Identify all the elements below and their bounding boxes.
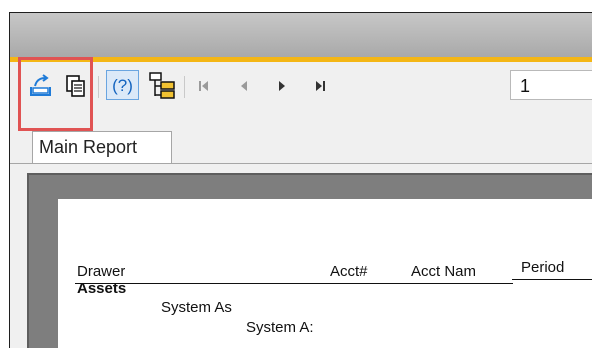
help-button[interactable]: (?) bbox=[106, 70, 139, 100]
toolbar-separator bbox=[184, 76, 185, 98]
column-drawer: Drawer bbox=[77, 263, 126, 280]
column-acct-name: Acct Nam bbox=[411, 263, 475, 280]
next-page-icon bbox=[279, 81, 285, 91]
previous-page-button[interactable] bbox=[236, 77, 252, 95]
toolbar-separator bbox=[98, 76, 99, 98]
first-page-icon bbox=[199, 81, 208, 91]
group-tree-icon bbox=[149, 72, 175, 99]
report-viewer-window: (?) 1 Main Report Drawer Acct# Acct Nam … bbox=[9, 12, 592, 348]
last-page-icon bbox=[316, 81, 325, 91]
header-rule bbox=[75, 283, 513, 284]
row-assets: Assets bbox=[77, 280, 127, 297]
title-bar bbox=[10, 13, 592, 57]
previous-page-icon bbox=[241, 81, 247, 91]
group-tree-button[interactable] bbox=[146, 70, 176, 100]
first-page-button[interactable] bbox=[196, 77, 212, 95]
help-icon: (?) bbox=[112, 76, 133, 95]
report-preview-area[interactable]: Drawer Acct# Acct Nam Period Assets Syst… bbox=[27, 173, 592, 348]
header-rule bbox=[512, 279, 592, 280]
report-page: Drawer Acct# Acct Nam Period Assets Syst… bbox=[58, 199, 592, 348]
last-page-button[interactable] bbox=[312, 77, 328, 95]
column-acct-no: Acct# bbox=[330, 263, 368, 280]
row-system-assets-sub: System A: bbox=[246, 319, 314, 336]
tab-strip-border bbox=[10, 163, 592, 164]
tab-main-report[interactable]: Main Report bbox=[32, 131, 172, 163]
toolbar: (?) 1 bbox=[10, 62, 592, 106]
help-label: (?) bbox=[112, 76, 133, 95]
export-highlight bbox=[18, 57, 93, 131]
row-system-assets: System As bbox=[161, 299, 232, 316]
column-period: Period bbox=[521, 259, 565, 276]
next-page-button[interactable] bbox=[274, 77, 290, 95]
page-number-input[interactable]: 1 bbox=[510, 70, 592, 100]
